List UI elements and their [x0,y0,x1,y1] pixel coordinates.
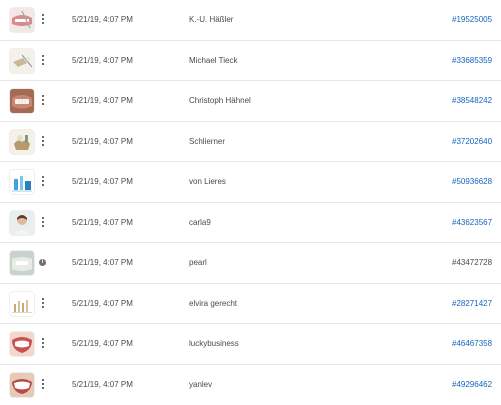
row-user: yanlev [189,380,212,389]
dental-photo-icon[interactable] [10,89,34,113]
more-vertical-icon-dot [42,18,44,20]
row-user: Schlierner [189,137,225,146]
more-vertical-icon-dot [42,184,44,186]
more-vertical-icon-dot [42,342,44,344]
dental-photo-icon[interactable] [10,292,34,316]
row-user: Michael Tieck [189,56,237,65]
more-options-button[interactable] [37,52,49,68]
more-vertical-icon [42,298,44,300]
row-user: carla9 [189,218,211,227]
row-id-link[interactable]: #33685359 [452,56,492,65]
more-vertical-icon [42,217,44,219]
dental-photo-icon[interactable] [10,8,34,32]
more-vertical-icon-dot [42,306,44,308]
more-vertical-icon [42,14,44,16]
more-vertical-icon-dot [42,180,44,182]
row-id-link[interactable]: #50936628 [452,177,492,186]
dental-photo-icon[interactable] [10,373,34,397]
list-item[interactable]: 5/21/19, 4:07 PM luckybusiness #46467358 [0,324,501,365]
more-vertical-icon-dot [42,144,44,146]
row-date: 5/21/19, 4:07 PM [72,380,133,389]
more-options-button[interactable] [37,173,49,189]
more-vertical-icon-dot [42,383,44,385]
more-vertical-icon [42,136,44,138]
dental-photo-icon[interactable] [10,49,34,73]
row-user: von Lieres [189,177,226,186]
more-vertical-icon-dot [42,140,44,142]
row-user: K.-U. Häßler [189,15,233,24]
row-user: pearl [189,258,207,267]
row-date: 5/21/19, 4:07 PM [72,218,133,227]
row-user: luckybusiness [189,339,239,348]
more-vertical-icon-dot [42,346,44,348]
list-item[interactable]: i 5/21/19, 4:07 PM pearl #43472728 [0,243,501,284]
more-options-button[interactable] [37,11,49,27]
row-date: 5/21/19, 4:07 PM [72,299,133,308]
more-vertical-icon-dot [42,59,44,61]
list-item[interactable]: 5/21/19, 4:07 PM K.-U. Häßler #19525005 [0,0,501,41]
row-id-link[interactable]: #38548242 [452,96,492,105]
more-vertical-icon-dot [42,99,44,101]
more-options-button[interactable] [37,335,49,351]
dental-photo-icon[interactable] [10,211,34,235]
list-item[interactable]: 5/21/19, 4:07 PM elvira gerecht #2827142… [0,284,501,325]
row-date: 5/21/19, 4:07 PM [72,258,133,267]
row-id-link[interactable]: #43623567 [452,218,492,227]
row-id-link[interactable]: #46467358 [452,339,492,348]
more-vertical-icon-dot [42,22,44,24]
image-list: 5/21/19, 4:07 PM K.-U. Häßler #19525005 … [0,0,501,400]
dental-photo-icon[interactable] [10,170,34,194]
row-date: 5/21/19, 4:07 PM [72,96,133,105]
list-item[interactable]: 5/21/19, 4:07 PM carla9 #43623567 [0,203,501,244]
more-options-button[interactable] [37,295,49,311]
more-vertical-icon-dot [42,225,44,227]
more-vertical-icon-dot [42,387,44,389]
more-vertical-icon [42,176,44,178]
row-user: elvira gerecht [189,299,237,308]
row-date: 5/21/19, 4:07 PM [72,339,133,348]
info-icon[interactable]: i [39,259,46,266]
more-vertical-icon [42,338,44,340]
dental-photo-icon[interactable] [10,251,34,275]
row-date: 5/21/19, 4:07 PM [72,177,133,186]
more-options-button[interactable] [37,376,49,392]
row-id-link[interactable]: #28271427 [452,299,492,308]
more-vertical-icon-dot [42,221,44,223]
row-id-link[interactable]: #49296462 [452,380,492,389]
row-user: Christoph Hähnel [189,96,251,105]
row-id-link[interactable]: #37202640 [452,137,492,146]
row-date: 5/21/19, 4:07 PM [72,56,133,65]
list-item[interactable]: 5/21/19, 4:07 PM Christoph Hähnel #38548… [0,81,501,122]
more-options-button[interactable] [37,214,49,230]
list-item[interactable]: 5/21/19, 4:07 PM von Lieres #50936628 [0,162,501,203]
more-vertical-icon-dot [42,63,44,65]
row-date: 5/21/19, 4:07 PM [72,137,133,146]
more-vertical-icon [42,55,44,57]
list-item[interactable]: 5/21/19, 4:07 PM Schlierner #37202640 [0,122,501,163]
dental-photo-icon[interactable] [10,332,34,356]
more-vertical-icon-dot [42,103,44,105]
row-id: #43472728 [452,258,492,267]
row-date: 5/21/19, 4:07 PM [72,15,133,24]
more-vertical-icon [42,379,44,381]
list-item[interactable]: 5/21/19, 4:07 PM Michael Tieck #33685359 [0,41,501,82]
row-id-link[interactable]: #19525005 [452,15,492,24]
more-options-button[interactable] [37,92,49,108]
dental-photo-icon[interactable] [10,130,34,154]
more-options-button[interactable] [37,133,49,149]
more-vertical-icon-dot [42,302,44,304]
more-vertical-icon [42,95,44,97]
list-item[interactable]: 5/21/19, 4:07 PM yanlev #49296462 [0,365,501,405]
